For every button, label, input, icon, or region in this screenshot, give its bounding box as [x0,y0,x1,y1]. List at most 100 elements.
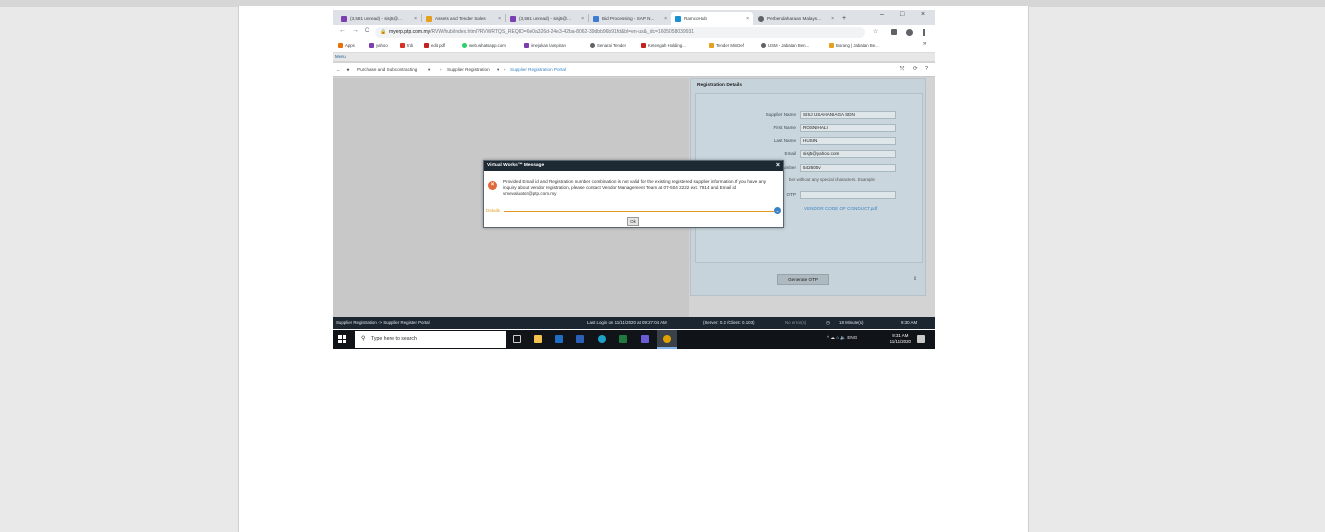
bookmark-yahoo[interactable]: yahoo [369,43,388,48]
gmail-icon [341,15,347,22]
excel-icon[interactable] [619,335,627,343]
bookmark-borang[interactable]: Borang | Jabatan Be... [829,43,879,48]
profile-icon[interactable] [906,29,913,36]
url-path: /RVW/hub/index.html?RVWRTQS_REQID=6e0a32… [430,29,695,35]
browser-tab-ramcohub[interactable]: RamcoHub × [671,12,753,25]
bookmark-usm[interactable]: USM - Jabatan Ben... [761,43,809,48]
url-host: myerp.ptp.com.my [389,29,431,35]
bookmark-apps[interactable]: Apps [338,43,355,48]
help-icon[interactable]: ? [925,66,928,72]
bookmark-senarai-tender[interactable]: Senarai Tender [590,43,626,48]
reload-icon[interactable]: C [365,28,369,34]
word-icon[interactable] [576,335,584,343]
bookmark-tender-mindef[interactable]: Tender MinDef [709,43,744,48]
chevron-down-icon[interactable]: ▾ [428,67,430,73]
close-icon[interactable]: × [581,16,584,22]
taskbar-search-input[interactable]: ⚲ Type here to search [355,331,506,348]
windows-start-icon[interactable] [338,335,346,343]
details-divider [504,211,774,212]
details-toggle[interactable]: Details [486,208,500,213]
close-icon[interactable]: × [776,161,780,171]
vendor-code-of-conduct-link[interactable]: VENDOR CODE OF CONDUCT.pdf [804,206,877,211]
back-arrow-icon[interactable]: ← [336,67,341,72]
email-label: Email [784,151,797,156]
message-dialog: Virtual Works™ Message × × Provided Emai… [483,160,784,228]
ok-button[interactable]: Ok [627,217,639,226]
clock-icon: ◷ [826,320,830,325]
chrome-taskbar-active[interactable] [657,330,677,349]
new-tab-button[interactable]: + [838,12,852,25]
extensions-icon[interactable] [891,29,897,35]
app-menu-bar: Menu [333,53,935,61]
outlook-icon[interactable] [555,335,563,343]
first-name-field[interactable]: ROSNIHALI [800,124,896,132]
bookmark-imejukan[interactable]: imejukan lampiran [524,43,566,48]
last-name-field[interactable]: HUSIN [800,137,896,145]
whatsapp-icon [462,43,467,48]
browser-toolbar: ← → C 🔒 myerp.ptp.com.my/RVW/hub/index.h… [333,25,935,40]
close-icon[interactable]: × [831,16,834,22]
registration-number-field[interactable]: 542600v [800,164,896,172]
file-explorer-icon[interactable] [534,335,542,343]
menu-kebab-icon[interactable] [923,29,925,36]
status-server: (Server: 0.2 /Client: 0.103) [703,320,755,325]
browser-tab-1[interactable]: (3,581 unread) - sisj5@... × [337,12,421,25]
bookmarks-more-icon[interactable]: » [923,41,926,47]
generate-otp-button[interactable]: Generate OTP [777,274,829,285]
system-tray[interactable]: ^ ☁ ⌂ 🔈 ENG [827,335,857,341]
minimize-icon[interactable]: – [880,11,884,18]
bookmark-tnb[interactable]: tnb [400,43,413,48]
breadcrumb-current: Supplier Registration Portal [510,67,566,72]
task-view-icon[interactable] [513,335,521,343]
bookmark-ketengah[interactable]: Ketengah Holding... [641,43,686,48]
breadcrumb: ← ★ Purchase and Subcontracting ▾ › Supp… [333,63,935,77]
close-icon[interactable]: × [746,16,749,22]
menu-link[interactable]: Menu [335,54,346,59]
browser-tab-4[interactable]: Bid Processing - SAP N... × [589,12,671,25]
scroll-arrows-icon[interactable]: ⇕ [913,276,917,282]
breadcrumb-purchase[interactable]: Purchase and Subcontracting [357,67,417,72]
chevron-down-icon[interactable]: ⌄ [774,207,781,214]
close-icon[interactable]: × [664,16,667,22]
supplier-name-field[interactable]: SISJ USAHANIAGA SDN [800,111,896,119]
bookmark-edit-pdf[interactable]: edit pdf [424,43,445,48]
expand-icon[interactable]: ⤲ [900,66,904,73]
search-icon: ⚲ [361,336,366,342]
apps-grid-icon [338,43,343,48]
close-icon[interactable]: × [498,16,501,22]
site-icon [426,15,432,22]
maximize-icon[interactable]: □ [900,11,904,18]
borang-icon [829,43,834,48]
globe-icon [590,43,595,48]
browser-tab-6[interactable]: Perbendaharaan Malays... × [754,12,838,25]
chevron-down-icon[interactable]: ▾ [497,67,499,73]
refresh-icon[interactable]: ⟳ [913,66,918,72]
taskbar-clock[interactable]: 9:31 AM 11/11/2020 [890,333,911,345]
window-close-icon[interactable]: × [921,11,925,18]
forward-arrow-icon[interactable]: → [352,27,359,34]
breadcrumb-supplier-registration[interactable]: Supplier Registration [447,67,490,72]
notification-icon[interactable] [917,335,925,343]
status-session: 18 Minute(s) [839,320,864,325]
mindef-icon [709,43,714,48]
close-icon[interactable]: × [414,16,417,22]
browser-tab-3[interactable]: (3,581 unread) - sisj5@... × [506,12,588,25]
favorite-star-icon[interactable]: ★ [346,67,350,73]
bookmark-star-icon[interactable]: ☆ [873,28,878,35]
otp-field[interactable] [800,191,896,199]
address-bar[interactable]: 🔒 myerp.ptp.com.my/RVW/hub/index.html?RV… [375,27,865,38]
email-field[interactable]: sisj5@yahoo.com [800,150,896,158]
browser-tab-2[interactable]: Assets and Tender Sales × [422,12,505,25]
back-arrow-icon[interactable]: ← [339,27,346,34]
edge-icon[interactable] [598,335,606,343]
supplier-name-label: Supplier Name [765,112,796,117]
gmail-icon [510,15,516,22]
status-last-login: Last Login on 11/11/2020 at 09:27:04 AM [587,320,667,325]
teams-icon[interactable] [641,335,649,343]
bookmark-whatsapp[interactable]: web.whatsapp.com [462,43,506,48]
erp-app: Menu ← ★ Purchase and Subcontracting ▾ ›… [333,53,935,329]
status-errors: No error(s) [785,320,807,325]
lock-icon: 🔒 [380,29,387,35]
otp-label: OTP [786,192,796,197]
yahoo-icon [369,43,374,48]
